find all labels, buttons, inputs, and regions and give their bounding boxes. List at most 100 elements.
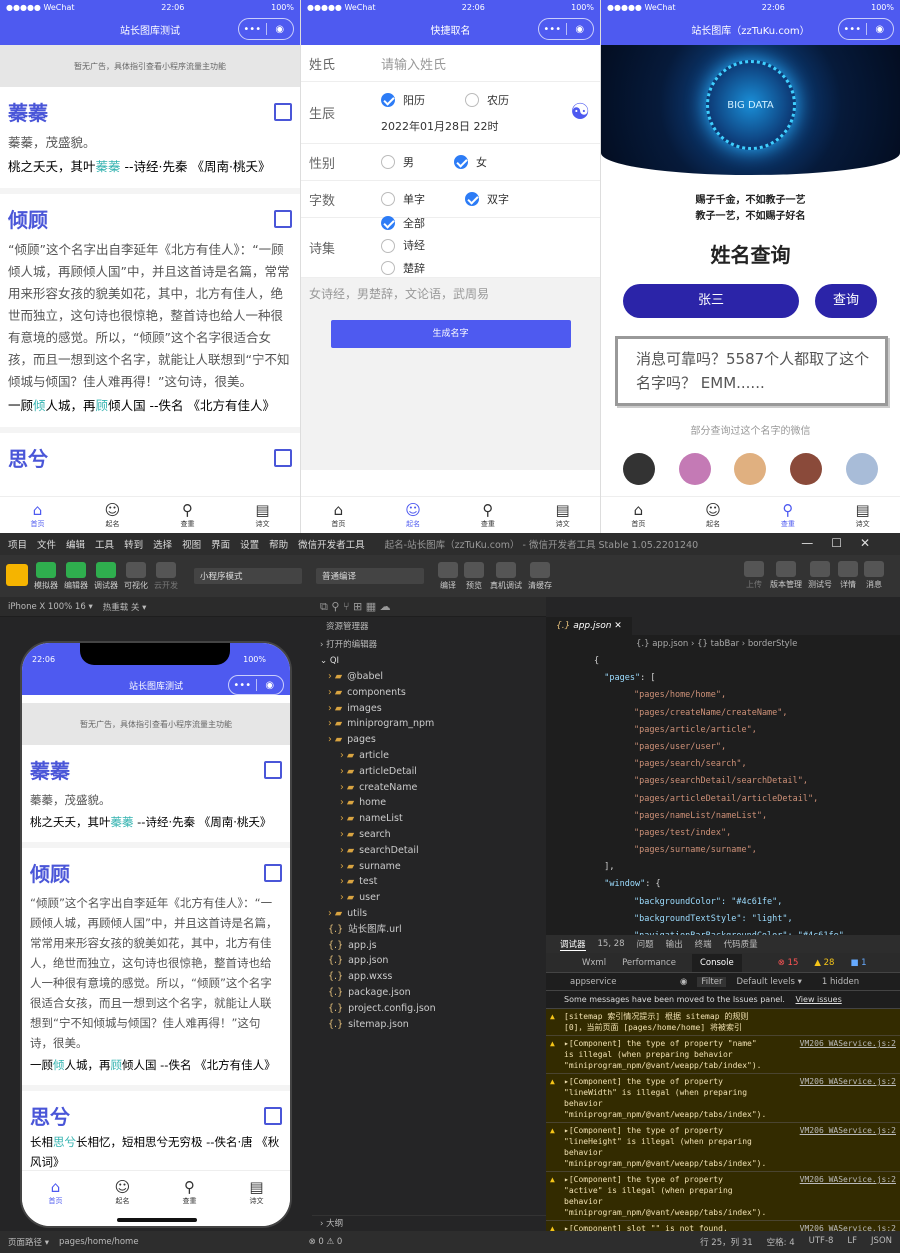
preview-button[interactable]: 预览 [464, 561, 484, 591]
single-radio[interactable]: 单字 [381, 191, 425, 207]
menu-item[interactable]: 帮助 [269, 537, 288, 551]
book-icon[interactable] [274, 448, 292, 467]
tree-folder[interactable]: › ▰ article [312, 748, 546, 764]
book-icon[interactable] [264, 1106, 282, 1125]
tree-folder[interactable]: › ▰ @babel [312, 669, 546, 685]
console-message[interactable]: ▲ ▸[Component] the type of property "name… [546, 1036, 900, 1074]
tab-poetry[interactable]: ▤ 诗文 [225, 497, 300, 533]
page-path-select[interactable]: 页面路径 ▾ [8, 1236, 49, 1248]
tab-home[interactable]: ⌂ 首页 [601, 497, 676, 533]
menu-item[interactable]: 界面 [211, 537, 230, 551]
console-message[interactable]: ▲ ▸[Component] the type of property "acti… [546, 1172, 900, 1221]
tree-file[interactable]: {.} app.wxss [312, 969, 546, 985]
simulator-button[interactable]: 模拟器 [34, 561, 58, 591]
tab-naming[interactable]: ☺ 起名 [75, 497, 150, 533]
menu-item[interactable]: 微信开发者工具 [298, 537, 365, 551]
tab-output[interactable]: 输出 [666, 938, 683, 950]
capsule-menu[interactable]: ••• ◉ [838, 18, 894, 40]
tab-search[interactable]: ⚲ 查重 [751, 497, 826, 533]
messages-button[interactable]: 消息 [864, 561, 884, 590]
close-circle-icon[interactable]: ◉ [567, 24, 594, 35]
tab-home[interactable]: ⌂ 首页 [301, 497, 376, 533]
tab-poetry[interactable]: ▤ 诗文 [825, 497, 900, 533]
tab-poetry[interactable]: ▤ 诗文 [223, 1171, 290, 1214]
close-circle-icon[interactable]: ◉ [257, 680, 284, 691]
female-radio[interactable]: 女 [454, 154, 487, 170]
debugger-button[interactable]: 调试器 [94, 561, 118, 591]
problem-count[interactable]: ⊗ 0 ⚠ 0 [309, 1237, 343, 1247]
menu-item[interactable]: 文件 [37, 537, 56, 551]
tree-folder[interactable]: › ▰ test [312, 874, 546, 890]
tree-file[interactable]: {.} project.config.json [312, 1001, 546, 1017]
more-icon[interactable]: ••• [839, 24, 866, 35]
tree-folder[interactable]: › ▰ home [312, 795, 546, 811]
book-icon[interactable] [274, 209, 292, 228]
male-radio[interactable]: 男 [381, 154, 414, 170]
console-message[interactable]: ▲ [sitemap 索引情况提示] 根据 sitemap 的规则[0]，当前页面… [546, 1009, 900, 1036]
tree-folder[interactable]: › ▰ components [312, 685, 546, 701]
tree-folder[interactable]: › ▰ surname [312, 859, 546, 875]
tree-folder[interactable]: › ▰ miniprogram_npm [312, 716, 546, 732]
menu-item[interactable]: 编辑 [66, 537, 85, 551]
breadcrumb[interactable]: {.} app.json › {} tabBar › borderStyle [546, 635, 900, 653]
tab-home[interactable]: ⌂ 首页 [22, 1171, 89, 1214]
menu-item[interactable]: 转到 [124, 537, 143, 551]
hotreload-select[interactable]: 热重载 关 ▾ [103, 601, 147, 613]
editor-button[interactable]: 编辑器 [64, 561, 88, 591]
clear-cache-button[interactable]: 清缓存 [528, 561, 552, 591]
remote-debug-button[interactable]: 真机调试 [490, 561, 522, 591]
tree-file[interactable]: {.} 站长图库.url [312, 922, 546, 938]
tab-poetry[interactable]: ▤ 诗文 [525, 497, 600, 533]
tab-performance[interactable]: Performance [622, 958, 676, 968]
tab-search[interactable]: ⚲ 查重 [150, 497, 225, 533]
visual-button[interactable]: 可视化 [124, 561, 148, 591]
compile-select[interactable]: 普通编译 [316, 568, 424, 584]
book-icon[interactable] [274, 102, 292, 121]
details-button[interactable]: 详情 [838, 561, 858, 590]
tab-issues[interactable]: 问题 [637, 938, 654, 950]
window-controls[interactable]: —☐✕ [801, 536, 888, 550]
solar-radio[interactable]: 阳历 [381, 92, 425, 108]
tab-naming[interactable]: ☺ 起名 [676, 497, 751, 533]
chuci-radio[interactable]: 楚辞 [381, 259, 425, 278]
menu-item[interactable]: 工具 [95, 537, 114, 551]
eye-icon[interactable]: ◉ [680, 977, 687, 987]
source-link[interactable]: VM206 WAService.js:2 [800, 1125, 896, 1136]
name-input[interactable]: 张三 [623, 284, 799, 318]
test-account-button[interactable]: 测试号 [808, 561, 832, 590]
avatar[interactable] [678, 453, 711, 485]
capsule-menu[interactable]: ••• ◉ [238, 18, 294, 40]
menu-item[interactable]: 视图 [182, 537, 201, 551]
tree-folder[interactable]: › ▰ images [312, 701, 546, 717]
avatar[interactable] [790, 453, 823, 485]
console-message[interactable]: ▲ ▸[Component] the type of property "line… [546, 1123, 900, 1172]
tree-file[interactable]: {.} package.json [312, 985, 546, 1001]
project-root[interactable]: ⌄ QI [312, 653, 546, 669]
close-circle-icon[interactable]: ◉ [267, 24, 294, 35]
tab-search[interactable]: ⚲ 查重 [156, 1171, 223, 1214]
menu-item[interactable]: 选择 [153, 537, 172, 551]
tree-folder[interactable]: › ▰ pages [312, 732, 546, 748]
book-icon[interactable] [264, 760, 282, 779]
capsule-menu[interactable]: ••• ◉ [228, 675, 284, 695]
tree-folder[interactable]: › ▰ nameList [312, 811, 546, 827]
avatar[interactable] [734, 453, 767, 485]
more-icon[interactable]: ••• [239, 24, 266, 35]
generate-button[interactable]: 生成名字 [330, 320, 571, 348]
tab-home[interactable]: ⌂ 首页 [0, 497, 75, 533]
close-circle-icon[interactable]: ◉ [867, 24, 894, 35]
query-button[interactable]: 查询 [815, 284, 877, 318]
name-card[interactable]: 蓁蓁 蓁蓁，茂盛貌。 桃之夭夭，其叶蓁蓁 --诗经·先秦 《周南·桃夭》 [22, 745, 290, 848]
surname-input[interactable]: 请输入姓氏 [381, 54, 446, 73]
version-button[interactable]: 版本管理 [770, 561, 802, 590]
view-issues-link[interactable]: View issues [796, 995, 842, 1004]
code-lines[interactable]: { "pages": ["pages/home/home", "pages/cre… [546, 653, 900, 935]
avatar[interactable] [846, 453, 879, 485]
console-message[interactable]: ▲ ▸[Component] the type of property "line… [546, 1074, 900, 1123]
tree-file[interactable]: {.} sitemap.json [312, 1017, 546, 1033]
source-link[interactable]: VM206 WAService.js:2 [800, 1223, 896, 1231]
compile-button[interactable]: 编译 [438, 561, 458, 591]
avatar[interactable] [6, 564, 28, 588]
name-card[interactable]: 蓁蓁 蓁蓁，茂盛貌。 桃之夭夭，其叶蓁蓁 --诗经·先秦 《周南·桃夭》 [0, 87, 300, 194]
book-icon[interactable] [264, 863, 282, 882]
